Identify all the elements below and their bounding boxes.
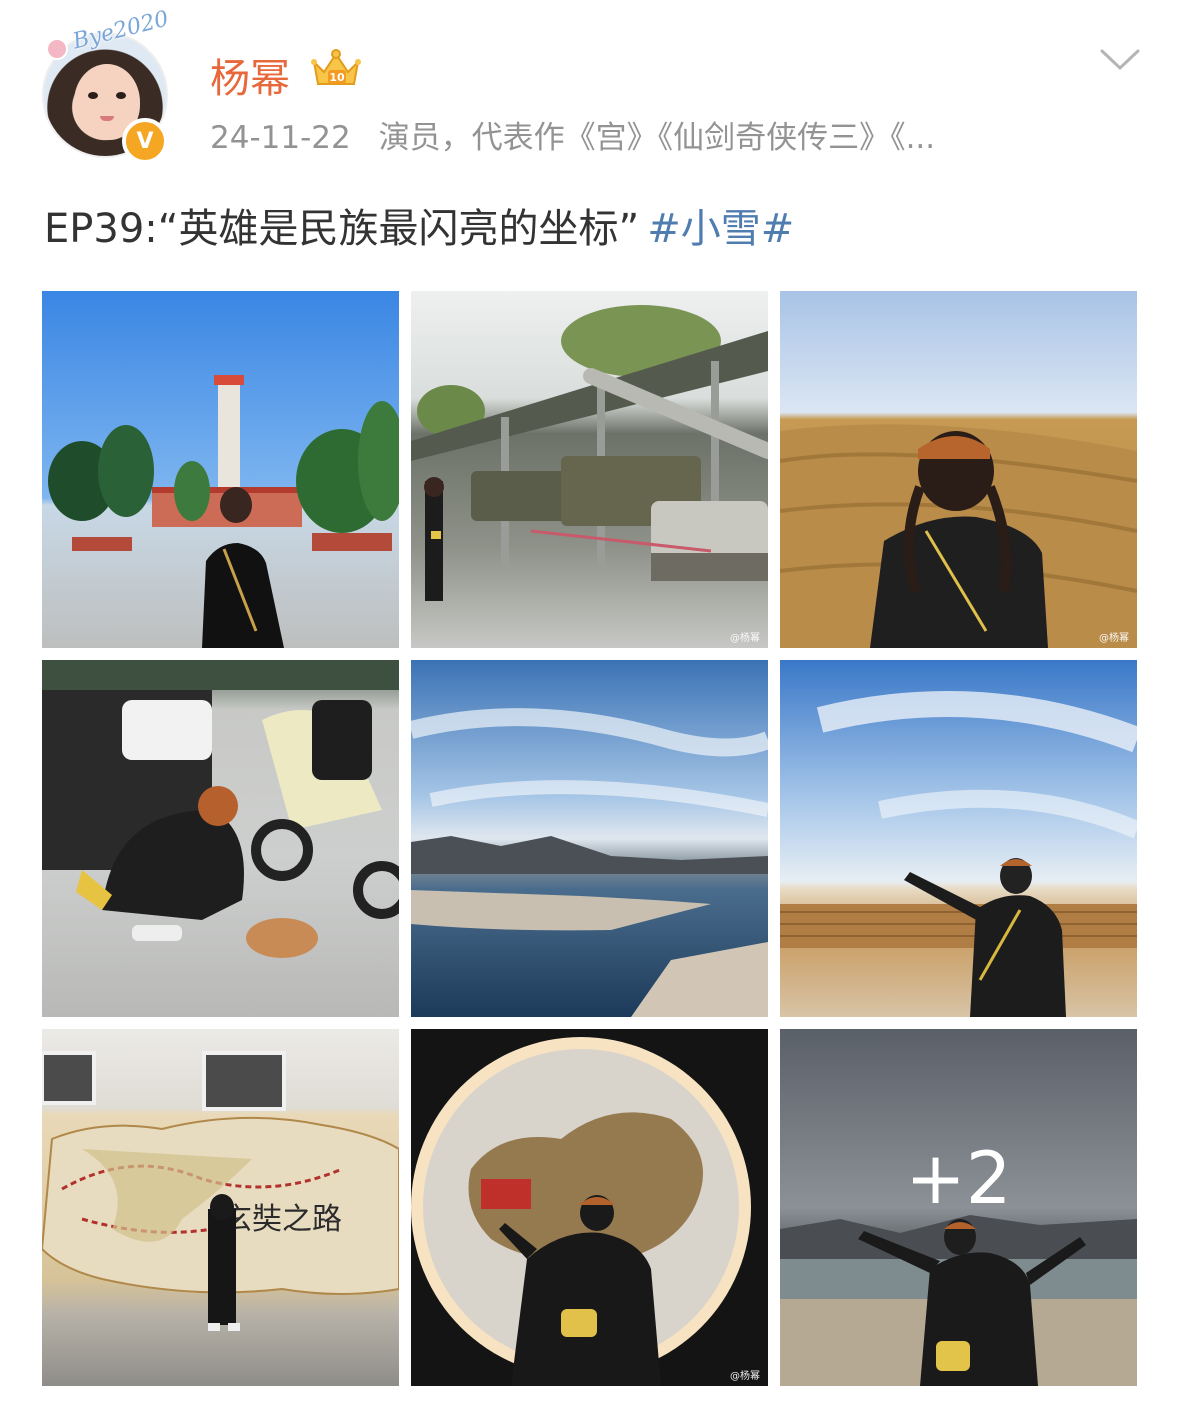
- author-name[interactable]: 杨幂: [210, 46, 290, 104]
- avatar-tag-text: Bye2020: [70, 6, 172, 55]
- crown-badge-icon[interactable]: 10: [308, 46, 364, 92]
- verified-badge-icon: V: [122, 118, 168, 164]
- image-watermark: @杨幂: [730, 633, 760, 644]
- image-thumb[interactable]: @杨幂: [780, 291, 1137, 648]
- lake-photo: [411, 708, 768, 1017]
- image-thumb[interactable]: @杨幂: [411, 1029, 768, 1386]
- image-grid: @杨幂 @杨幂 玄奘之路 @杨幂 +2: [42, 291, 1138, 1386]
- street-cat-photo: [42, 660, 399, 958]
- more-images-count[interactable]: +2: [780, 1029, 1137, 1386]
- avatar-pin-decoration: [46, 38, 68, 60]
- chevron-down-icon[interactable]: [1098, 46, 1142, 74]
- glowing-map-photo: [411, 1037, 751, 1386]
- avatar-eye: [88, 92, 98, 99]
- avatar-mouth: [100, 116, 114, 121]
- verified-mark: V: [136, 128, 154, 154]
- desert-field-photo: [780, 691, 1137, 1017]
- image-thumb[interactable]: @杨幂: [411, 291, 768, 648]
- image-thumb[interactable]: [411, 660, 768, 1017]
- map-sign-text: 玄奘之路: [222, 1202, 342, 1237]
- image-thumb[interactable]: 玄奘之路: [42, 1029, 399, 1386]
- svg-text:10: 10: [329, 71, 345, 84]
- monument-photo: [48, 375, 399, 648]
- post-body: EP39:“英雄是民族最闪亮的坐标”: [44, 206, 640, 252]
- map-wall-photo: 玄奘之路: [42, 1051, 399, 1331]
- post-text: EP39:“英雄是民族最闪亮的坐标” #小雪#: [44, 196, 794, 254]
- avatar-eye: [116, 92, 126, 99]
- post-meta: 24-11-22 演员，代表作《宫》《仙剑奇侠传三》《...: [210, 112, 1030, 157]
- weibo-post: Bye2020 V 杨幂 10 24-11-22 演员，代表作《宫》《仙剑奇侠传…: [0, 0, 1179, 1422]
- image-thumb[interactable]: [42, 660, 399, 1017]
- straw-field-photo: [780, 424, 1137, 648]
- museum-vehicles-photo: [411, 305, 768, 601]
- image-thumb[interactable]: [42, 291, 399, 648]
- image-watermark: @杨幂: [730, 1371, 760, 1382]
- topic-link[interactable]: #小雪#: [647, 206, 794, 252]
- image-watermark: @杨幂: [1099, 633, 1129, 644]
- author-description: 演员，代表作《宫》《仙剑奇侠传三》《...: [378, 120, 936, 156]
- image-thumb[interactable]: +2: [780, 1029, 1137, 1386]
- image-thumb[interactable]: [780, 660, 1137, 1017]
- post-time: 24-11-22: [210, 120, 351, 156]
